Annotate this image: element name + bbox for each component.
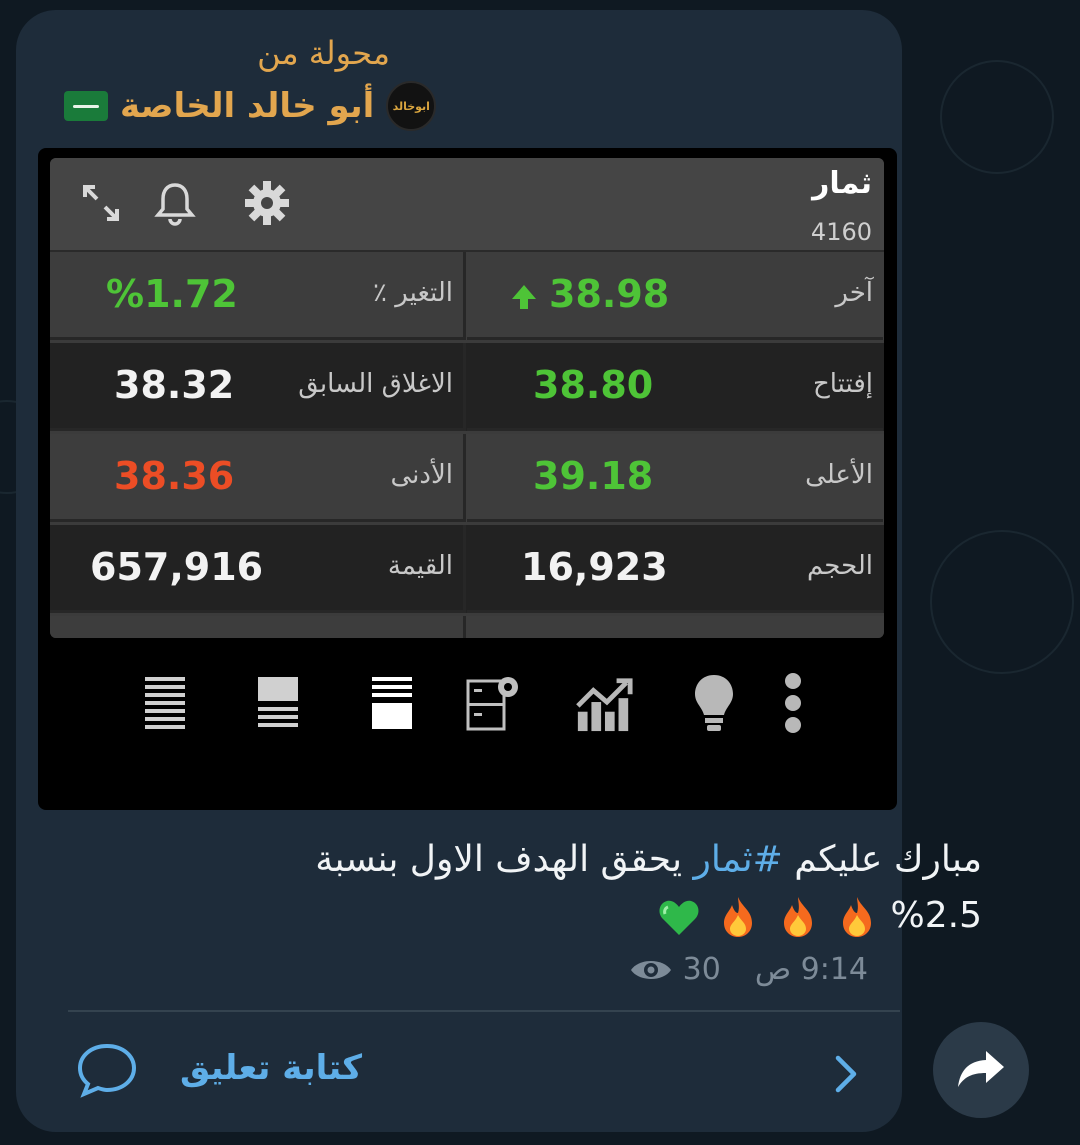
channel-avatar[interactable]: ابوخالد <box>386 81 437 131</box>
stat-previous-close: الاغلاق السابق 38.32 <box>50 343 466 431</box>
list-dense-icon <box>135 673 195 733</box>
forwarded-channel-name[interactable]: أبو خالد الخاصة <box>120 86 374 126</box>
stats-row: إفتتاح 38.80 الاغلاق السابق 38.32 <box>50 343 884 431</box>
stat-cell-empty <box>467 616 883 638</box>
stat-low: الأدنى 38.36 <box>50 434 466 522</box>
stat-value: %1.72 <box>106 272 238 316</box>
stock-widget: ثمار 4160 آخر 38.98 التغير ٪ %1.72 إفتتا… <box>50 158 884 638</box>
write-comment-label[interactable]: كتابة تعليق <box>180 1048 362 1088</box>
stat-change-percent: التغير ٪ %1.72 <box>50 252 466 340</box>
view-count: 30 <box>682 952 721 987</box>
more-vertical-icon <box>763 673 823 733</box>
stat-cell-empty <box>50 616 466 638</box>
stat-value-traded: القيمة 657,916 <box>50 525 466 613</box>
message-time: 9:14 ص <box>754 952 868 987</box>
stat-label: الأدنى <box>390 460 453 490</box>
background-doodle <box>930 530 1074 674</box>
stock-name: ثمار <box>812 166 872 201</box>
chevron-right-icon <box>835 1055 857 1093</box>
stat-high: الأعلى 39.18 <box>467 434 883 522</box>
stat-value: 38.98 <box>549 272 670 316</box>
stat-value: 38.36 <box>114 454 235 498</box>
stat-volume: الحجم 16,923 <box>467 525 883 613</box>
expand-icon <box>76 178 126 228</box>
stat-label: الاغلاق السابق <box>298 369 453 399</box>
stat-label: إفتتاح <box>812 369 873 399</box>
widget-header: ثمار 4160 <box>50 158 884 252</box>
message-meta: 30 9:14 ص <box>629 952 868 987</box>
stat-value: 39.18 <box>533 454 654 498</box>
hashtag-link[interactable]: #ثمار <box>693 839 782 880</box>
stat-label: الأعلى <box>805 460 873 490</box>
comment-divider <box>68 1010 900 1012</box>
settings-panel-icon <box>464 673 524 733</box>
list-selected-icon <box>362 673 422 733</box>
stats-row-partial <box>50 616 884 638</box>
stat-value: 38.80 <box>533 363 654 407</box>
message-text: مبارك عليكم #ثمار يحقق الهدف الاول بنسبة… <box>222 832 982 944</box>
message-text-part: يحقق الهدف الاول بنسبة <box>315 839 694 880</box>
arrow-up-icon <box>512 284 536 309</box>
stats-row: الأعلى 39.18 الأدنى 38.36 <box>50 434 884 522</box>
stat-open: إفتتاح 38.80 <box>467 343 883 431</box>
stat-label: الحجم <box>806 551 873 581</box>
background-doodle <box>940 60 1054 174</box>
list-icon <box>248 673 308 733</box>
share-button[interactable] <box>933 1022 1029 1118</box>
stat-label: القيمة <box>387 551 453 581</box>
share-arrow-icon <box>958 1051 1004 1087</box>
message-text-part: مبارك عليكم <box>782 839 982 880</box>
stat-value: 657,916 <box>90 545 264 589</box>
green-heart-emoji-icon <box>659 900 699 935</box>
stats-row: آخر 38.98 التغير ٪ %1.72 <box>50 252 884 340</box>
stat-value: 38.32 <box>114 363 235 407</box>
fire-emoji-icon <box>724 897 753 937</box>
fire-emoji-icon <box>783 897 812 937</box>
comment-bubble-icon <box>77 1043 137 1098</box>
stat-last: آخر 38.98 <box>467 252 883 340</box>
stat-label: آخر <box>835 278 873 308</box>
message-percent: %2.5 <box>890 895 982 936</box>
gear-icon <box>242 178 292 228</box>
forwarded-from-label: محولة من <box>257 34 390 72</box>
stock-code: 4160 <box>810 218 872 246</box>
widget-toolbar <box>38 653 897 743</box>
chart-up-icon <box>574 673 634 733</box>
stat-value-wrap: 38.98 <box>509 272 669 316</box>
fire-emoji-icon <box>843 897 872 937</box>
stat-value: 16,923 <box>521 545 668 589</box>
comment-bar[interactable]: كتابة تعليق <box>68 1030 868 1110</box>
forwarded-channel-link[interactable]: أبو خالد الخاصة ابوخالد <box>64 80 437 132</box>
lightbulb-icon <box>684 673 744 733</box>
saudi-flag-icon <box>64 91 108 121</box>
bell-icon <box>150 178 200 228</box>
eye-icon <box>630 960 671 979</box>
stat-label: التغير ٪ <box>373 278 453 308</box>
stats-row: الحجم 16,923 القيمة 657,916 <box>50 525 884 613</box>
stock-screenshot-image[interactable]: ثمار 4160 آخر 38.98 التغير ٪ %1.72 إفتتا… <box>38 148 897 810</box>
